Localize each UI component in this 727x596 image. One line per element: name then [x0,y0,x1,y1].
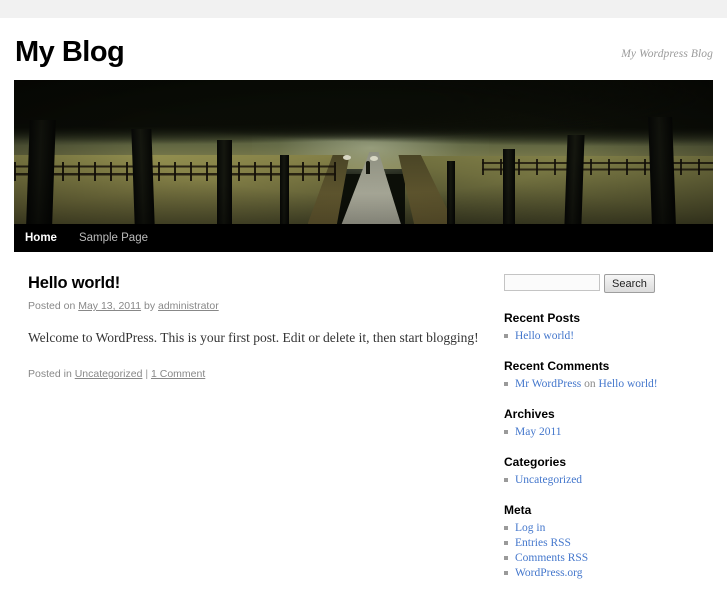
post-date-link[interactable]: May 13, 2011 [78,300,141,312]
list-item: Uncategorized [504,473,699,487]
meta-link-wordpress-org[interactable]: WordPress.org [515,567,583,579]
widget-archives: Archives May 2011 [504,407,699,439]
comment-on-word: on [581,378,599,390]
list-item: WordPress.org [504,566,699,580]
recent-posts-list: Hello world! [504,329,699,343]
page-container: My Blog My Wordpress Blog Home Sample Pa… [0,18,727,596]
main-navigation: Home Sample Page [14,224,713,252]
meta-list: Log in Entries RSS Comments RSS WordPres… [504,521,699,580]
list-item: Entries RSS [504,536,699,550]
list-item: Comments RSS [504,551,699,565]
post-utility-separator: | [142,368,151,380]
list-item: May 2011 [504,425,699,439]
nav-item-sample-page[interactable]: Sample Page [68,224,159,252]
content-wrapper: My Blog My Wordpress Blog Home Sample Pa… [14,18,713,596]
primary-column: Hello world! Posted on May 13, 2011 by a… [14,274,504,596]
post-comments-link[interactable]: 1 Comment [151,368,205,380]
widget-title: Meta [504,503,532,517]
post-article: Hello world! Posted on May 13, 2011 by a… [28,274,504,380]
widget-recent-comments: Recent Comments Mr WordPress on Hello wo… [504,359,699,391]
recent-post-link[interactable]: Hello world! [515,330,574,342]
list-item: Hello world! [504,329,699,343]
meta-link-entries-rss[interactable]: Entries RSS [515,537,571,549]
post-meta: Posted on May 13, 2011 by administrator [28,300,504,312]
list-item: Log in [504,521,699,535]
main-content: Hello world! Posted on May 13, 2011 by a… [14,252,713,596]
meta-link-login[interactable]: Log in [515,522,545,534]
comment-post-link[interactable]: Hello world! [599,378,658,390]
widget-title: Categories [504,455,567,469]
widget-title: Archives [504,407,555,421]
nav-item-home[interactable]: Home [14,224,68,252]
site-description: My Wordpress Blog [621,48,713,60]
search-input[interactable] [504,274,600,291]
archives-list: May 2011 [504,425,699,439]
post-utility: Posted in Uncategorized | 1 Comment [28,368,504,380]
post-title[interactable]: Hello world! [28,274,504,293]
site-branding: My Blog My Wordpress Blog [14,18,713,80]
widget-categories: Categories Uncategorized [504,455,699,487]
meta-link-comments-rss[interactable]: Comments RSS [515,552,588,564]
post-meta-by: by [141,300,158,312]
post-meta-prefix: Posted on [28,300,79,312]
recent-comments-list: Mr WordPress on Hello world! [504,377,699,391]
list-item: Mr WordPress on Hello world! [504,377,699,391]
archive-link[interactable]: May 2011 [515,426,562,438]
widget-recent-posts: Recent Posts Hello world! [504,311,699,343]
post-utility-prefix: Posted in [28,368,75,380]
header-image [14,80,713,224]
search-form: Search [504,274,699,293]
widget-title: Recent Comments [504,359,610,373]
widget-meta: Meta Log in Entries RSS Comments RSS Wor… [504,503,699,580]
widget-title: Recent Posts [504,311,581,325]
site-title[interactable]: My Blog [15,38,125,67]
sidebar: Search Recent Posts Hello world! Recent … [504,274,699,596]
post-author-link[interactable]: administrator [158,300,219,312]
header-vignette [14,80,713,224]
comment-author-link[interactable]: Mr WordPress [515,378,581,390]
search-button[interactable]: Search [604,274,655,293]
categories-list: Uncategorized [504,473,699,487]
category-link[interactable]: Uncategorized [515,474,582,486]
post-category-link[interactable]: Uncategorized [75,368,143,380]
post-content: Welcome to WordPress. This is your first… [28,330,479,345]
